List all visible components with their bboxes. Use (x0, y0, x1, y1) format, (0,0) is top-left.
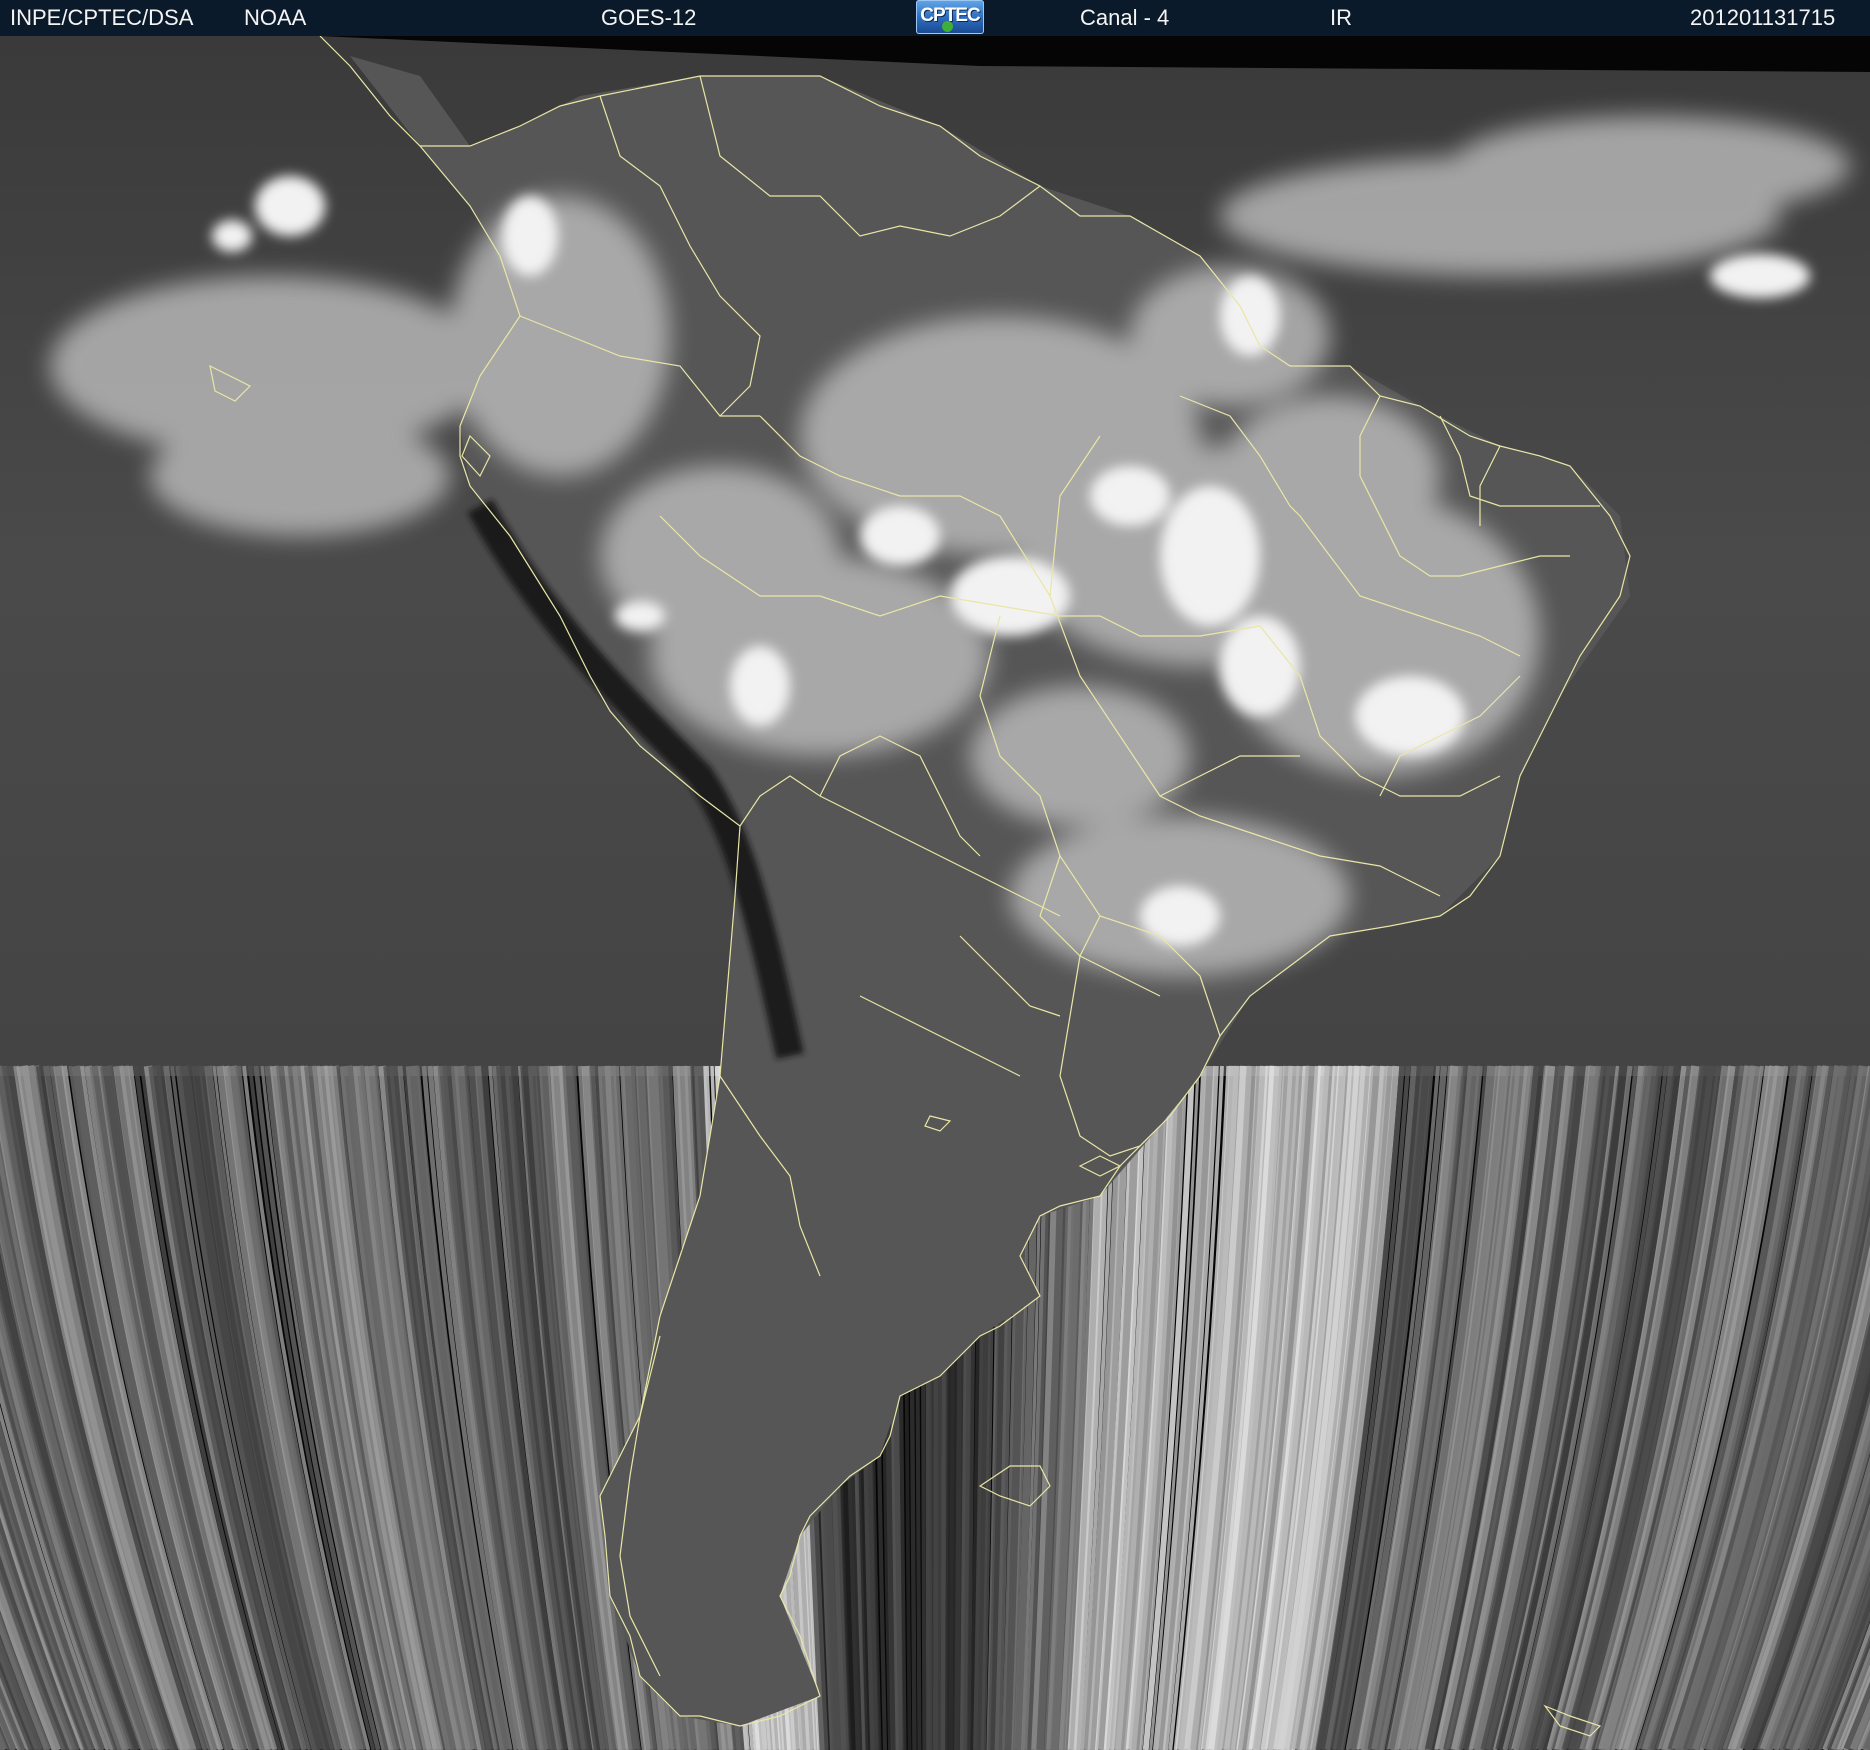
image-header-bar: INPE/CPTEC/DSA NOAA GOES-12 CPTEC Canal … (0, 0, 1870, 36)
satellite-label: GOES-12 (601, 5, 697, 30)
satellite-image (0, 36, 1870, 1750)
source-label: NOAA (244, 5, 307, 30)
band-label: IR (1330, 5, 1352, 30)
infrared-satellite-image (0, 36, 1870, 1750)
timestamp-label: 201201131715 (1690, 5, 1836, 30)
agency-label: INPE/CPTEC/DSA (10, 5, 194, 30)
logo-text: CPTEC (920, 5, 980, 26)
channel-label: Canal - 4 (1080, 5, 1170, 30)
cptec-logo: CPTEC (916, 0, 984, 34)
